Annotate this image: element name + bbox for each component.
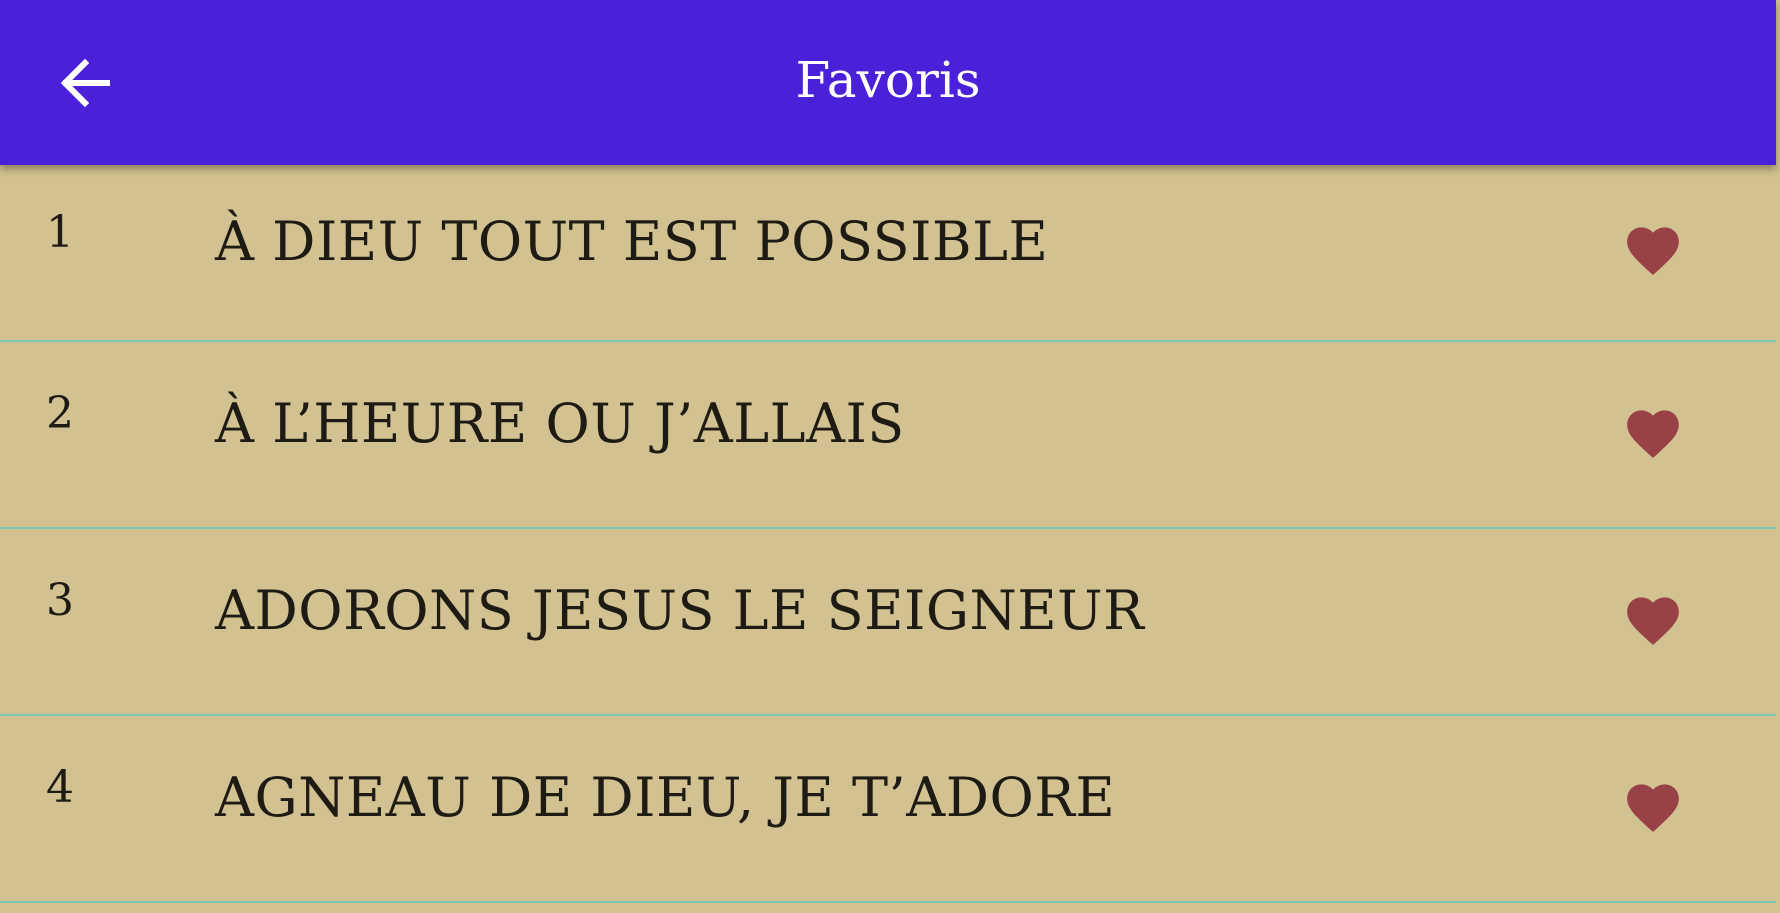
list-item[interactable]: 1 À DIEU TOUT EST POSSIBLE — [0, 165, 1776, 342]
song-title: À L’HEURE OU J’ALLAIS — [215, 392, 905, 455]
list-item[interactable]: 2 À L’HEURE OU J’ALLAIS — [0, 342, 1776, 529]
list-item[interactable]: 3 ADORONS JESUS LE SEIGNEUR — [0, 529, 1776, 716]
song-number: 4 — [46, 762, 74, 813]
song-title: À DIEU TOUT EST POSSIBLE — [215, 210, 1049, 273]
song-number: 3 — [46, 575, 74, 626]
song-title: AGNEAU DE DIEU, JE T’ADORE — [215, 766, 1116, 829]
heart-icon[interactable] — [1622, 219, 1688, 279]
song-title: ADORONS JESUS LE SEIGNEUR — [215, 579, 1145, 642]
page-title: Favoris — [795, 51, 981, 109]
song-number: 1 — [46, 207, 74, 258]
heart-icon[interactable] — [1622, 402, 1688, 462]
list-item[interactable]: 4 AGNEAU DE DIEU, JE T’ADORE — [0, 716, 1776, 903]
song-number: 2 — [46, 388, 74, 439]
heart-icon[interactable] — [1622, 589, 1688, 649]
favorites-list: 1 À DIEU TOUT EST POSSIBLE 2 À L’HEURE O… — [0, 165, 1776, 903]
app-bar: Favoris — [0, 0, 1776, 165]
heart-icon[interactable] — [1622, 776, 1688, 836]
